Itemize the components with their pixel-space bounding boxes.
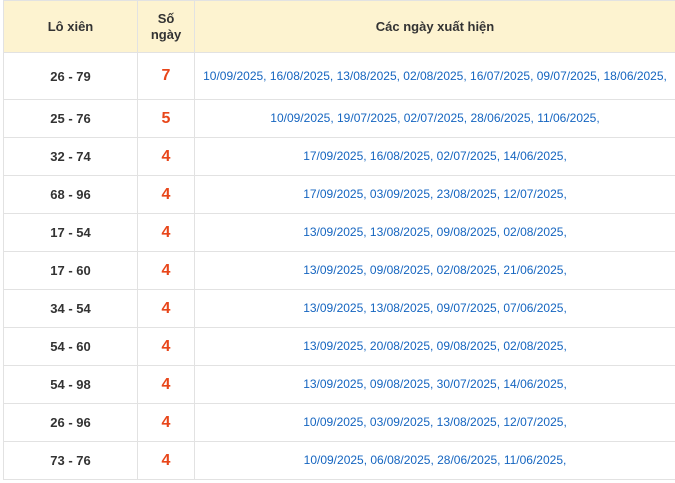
header-dates: Các ngày xuất hiện xyxy=(194,0,675,53)
table-row: 26 - 79 7 10/09/2025, 16/08/2025, 13/08/… xyxy=(3,52,675,100)
dates-cell: 10/09/2025, 06/08/2025, 28/06/2025, 11/0… xyxy=(194,441,675,480)
pair-cell: 32 - 74 xyxy=(3,137,138,176)
count-cell: 4 xyxy=(137,403,195,442)
table-body: 26 - 79 7 10/09/2025, 16/08/2025, 13/08/… xyxy=(3,52,675,480)
table-row: 68 - 96 4 17/09/2025, 03/09/2025, 23/08/… xyxy=(3,175,675,214)
pair-cell: 54 - 98 xyxy=(3,365,138,404)
table-row: 54 - 98 4 13/09/2025, 09/08/2025, 30/07/… xyxy=(3,365,675,404)
count-cell: 4 xyxy=(137,289,195,328)
count-cell: 4 xyxy=(137,365,195,404)
table-row: 17 - 54 4 13/09/2025, 13/08/2025, 09/08/… xyxy=(3,213,675,252)
dates-cell: 13/09/2025, 09/08/2025, 30/07/2025, 14/0… xyxy=(194,365,675,404)
count-cell: 5 xyxy=(137,99,195,138)
header-pair: Lô xiên xyxy=(3,0,138,53)
table-row: 32 - 74 4 17/09/2025, 16/08/2025, 02/07/… xyxy=(3,137,675,176)
table-row: 17 - 60 4 13/09/2025, 09/08/2025, 02/08/… xyxy=(3,251,675,290)
lo-xien-table-container: Lô xiên Số ngày Các ngày xuất hiện 26 - 7… xyxy=(3,0,675,480)
dates-cell: 13/09/2025, 13/08/2025, 09/08/2025, 02/0… xyxy=(194,213,675,252)
dates-cell: 17/09/2025, 03/09/2025, 23/08/2025, 12/0… xyxy=(194,175,675,214)
dates-cell: 10/09/2025, 03/09/2025, 13/08/2025, 12/0… xyxy=(194,403,675,442)
header-count: Số ngày xyxy=(137,0,195,53)
dates-cell: 13/09/2025, 09/08/2025, 02/08/2025, 21/0… xyxy=(194,251,675,290)
lo-xien-table: Lô xiên Số ngày Các ngày xuất hiện 26 - 7… xyxy=(3,0,675,480)
table-row: 73 - 76 4 10/09/2025, 06/08/2025, 28/06/… xyxy=(3,441,675,480)
pair-cell: 34 - 54 xyxy=(3,289,138,328)
header-row: Lô xiên Số ngày Các ngày xuất hiện xyxy=(3,0,675,53)
count-cell: 4 xyxy=(137,441,195,480)
pair-cell: 25 - 76 xyxy=(3,99,138,138)
dates-cell: 17/09/2025, 16/08/2025, 02/07/2025, 14/0… xyxy=(194,137,675,176)
table-row: 26 - 96 4 10/09/2025, 03/09/2025, 13/08/… xyxy=(3,403,675,442)
dates-cell: 13/09/2025, 20/08/2025, 09/08/2025, 02/0… xyxy=(194,327,675,366)
count-cell: 7 xyxy=(137,52,195,100)
count-cell: 4 xyxy=(137,137,195,176)
count-cell: 4 xyxy=(137,175,195,214)
dates-cell: 13/09/2025, 13/08/2025, 09/07/2025, 07/0… xyxy=(194,289,675,328)
header-count-line1: Số xyxy=(157,10,175,26)
dates-cell: 10/09/2025, 19/07/2025, 02/07/2025, 28/0… xyxy=(194,99,675,138)
pair-cell: 73 - 76 xyxy=(3,441,138,480)
pair-cell: 68 - 96 xyxy=(3,175,138,214)
count-cell: 4 xyxy=(137,327,195,366)
pair-cell: 17 - 60 xyxy=(3,251,138,290)
count-cell: 4 xyxy=(137,251,195,290)
table-row: 34 - 54 4 13/09/2025, 13/08/2025, 09/07/… xyxy=(3,289,675,328)
header-count-line2: ngày xyxy=(150,26,182,42)
pair-cell: 54 - 60 xyxy=(3,327,138,366)
count-cell: 4 xyxy=(137,213,195,252)
table-header: Lô xiên Số ngày Các ngày xuất hiện xyxy=(3,0,675,53)
table-row: 54 - 60 4 13/09/2025, 20/08/2025, 09/08/… xyxy=(3,327,675,366)
pair-cell: 26 - 79 xyxy=(3,52,138,100)
table-row: 25 - 76 5 10/09/2025, 19/07/2025, 02/07/… xyxy=(3,99,675,138)
pair-cell: 26 - 96 xyxy=(3,403,138,442)
dates-cell: 10/09/2025, 16/08/2025, 13/08/2025, 02/0… xyxy=(194,52,675,100)
pair-cell: 17 - 54 xyxy=(3,213,138,252)
